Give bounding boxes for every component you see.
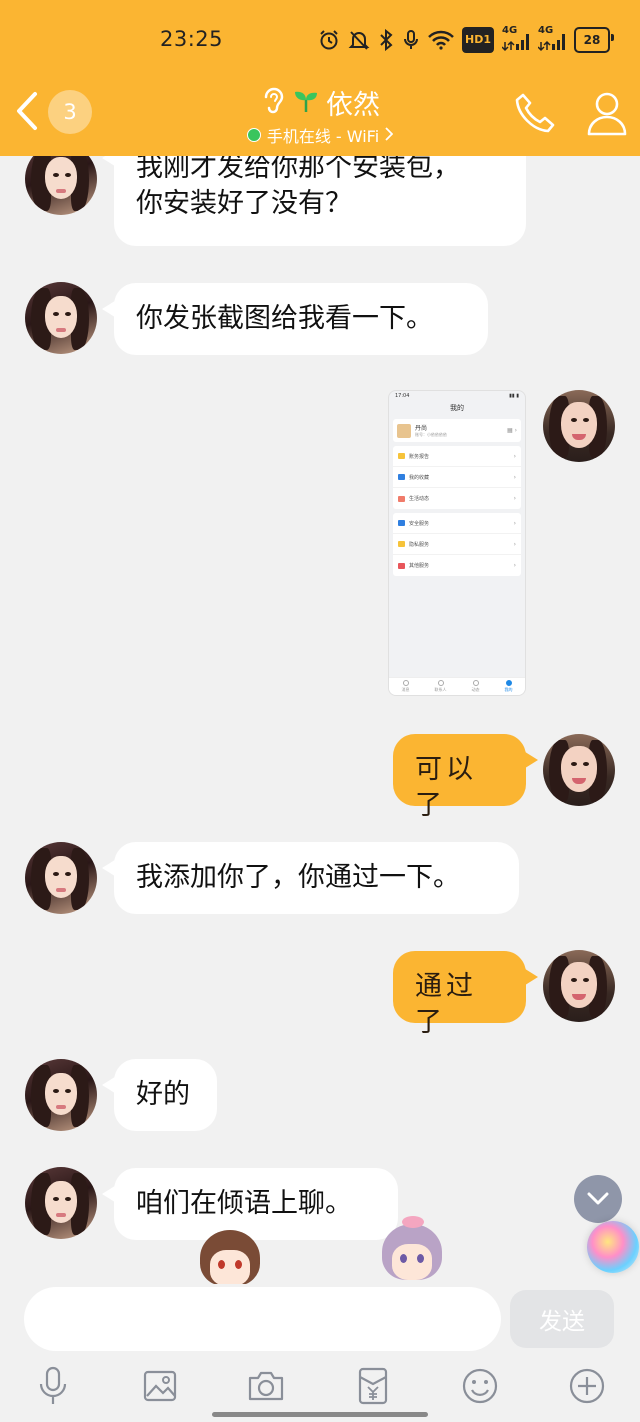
- plus-icon[interactable]: [565, 1364, 609, 1408]
- my-avatar[interactable]: [543, 734, 615, 806]
- my-avatar[interactable]: [543, 390, 615, 462]
- screenshot-profile-card: 丹尚 账号：小依依依依 ▦ ›: [393, 419, 521, 442]
- chevron-right-icon: [385, 126, 394, 145]
- message-list[interactable]: 我刚才发给你那个安装包， 你安装好了没有？ 你发张截图给我看一下。 17:04 ▮…: [0, 156, 640, 1286]
- message-bubble[interactable]: 可以了: [393, 734, 538, 821]
- profile-button[interactable]: [582, 88, 632, 138]
- scroll-to-bottom-button[interactable]: [574, 1175, 622, 1223]
- composer: 发送: [0, 1284, 640, 1422]
- contact-avatar[interactable]: [25, 156, 97, 215]
- emoji-icon[interactable]: [458, 1364, 502, 1408]
- screenshot-menu-group-1: 账务报告 › 我的收藏 › 生活动态 ›: [393, 446, 521, 509]
- phone-icon: [515, 93, 555, 133]
- online-status-dot: [246, 128, 261, 142]
- mic-status-icon: [402, 27, 420, 53]
- signal-icon: 4G: [502, 25, 530, 53]
- sprout-icon: [292, 86, 320, 118]
- camera-icon[interactable]: [244, 1364, 288, 1408]
- screenshot-page-title: 我的: [450, 404, 464, 412]
- send-button[interactable]: 发送: [510, 1290, 614, 1348]
- status-icons: HD1 4G 4G 28: [318, 25, 614, 54]
- message-bubble[interactable]: 通过了: [393, 951, 538, 1038]
- alarm-icon: [318, 27, 340, 53]
- screenshot-menu-group-2: 安全服务 › 隐私服务 › 其他服务 ›: [393, 513, 521, 576]
- chat-header: 23:25 HD1 4G 4G 28 3 依然 手机在线 - WiFi: [0, 0, 640, 156]
- home-indicator[interactable]: [212, 1412, 428, 1417]
- online-status-text: 手机在线 - WiFi: [266, 127, 380, 146]
- battery-icon: 28: [574, 27, 614, 53]
- boy-mascot-sticker: [190, 1222, 270, 1286]
- status-time: 23:25: [160, 27, 224, 51]
- person-icon: [587, 92, 627, 136]
- contact-avatar[interactable]: [25, 282, 97, 354]
- message-bubble[interactable]: 你发张截图给我看一下。: [102, 283, 488, 355]
- signal-icon-2: 4G: [538, 25, 566, 53]
- screenshot-tabbar: 消息 联系人 动态 我的: [389, 677, 525, 695]
- my-avatar[interactable]: [543, 950, 615, 1022]
- message-bubble[interactable]: 好的: [102, 1059, 217, 1131]
- girl-mascot-sticker: [372, 1216, 452, 1280]
- bluetooth-icon: [378, 27, 394, 53]
- composer-toolbar: [0, 1364, 640, 1408]
- wifi-icon: [428, 27, 454, 53]
- message-bubble[interactable]: 我刚才发给你那个安装包， 你安装好了没有？: [102, 156, 526, 246]
- red-packet-icon[interactable]: [351, 1364, 395, 1408]
- ear-icon: [260, 85, 286, 119]
- contact-avatar[interactable]: [25, 842, 97, 914]
- image-icon[interactable]: [138, 1364, 182, 1408]
- mute-bell-icon: [348, 27, 370, 53]
- contact-name: 依然: [326, 89, 380, 121]
- message-bubble[interactable]: 我添加你了，你通过一下。: [102, 842, 519, 914]
- chevron-down-icon: [587, 1192, 609, 1205]
- microphone-icon[interactable]: [31, 1364, 75, 1408]
- contact-avatar[interactable]: [25, 1059, 97, 1131]
- assistant-orb-button[interactable]: [587, 1221, 639, 1273]
- hd-badge: HD1: [462, 27, 494, 53]
- contact-avatar[interactable]: [25, 1167, 97, 1239]
- message-input[interactable]: [24, 1287, 501, 1351]
- voice-call-button[interactable]: [510, 88, 560, 138]
- image-message[interactable]: 17:04 ▮▮ ▮ 我的 丹尚 账号：小依依依依 ▦ › 账务报告 › 我的收藏 ›…: [388, 390, 526, 696]
